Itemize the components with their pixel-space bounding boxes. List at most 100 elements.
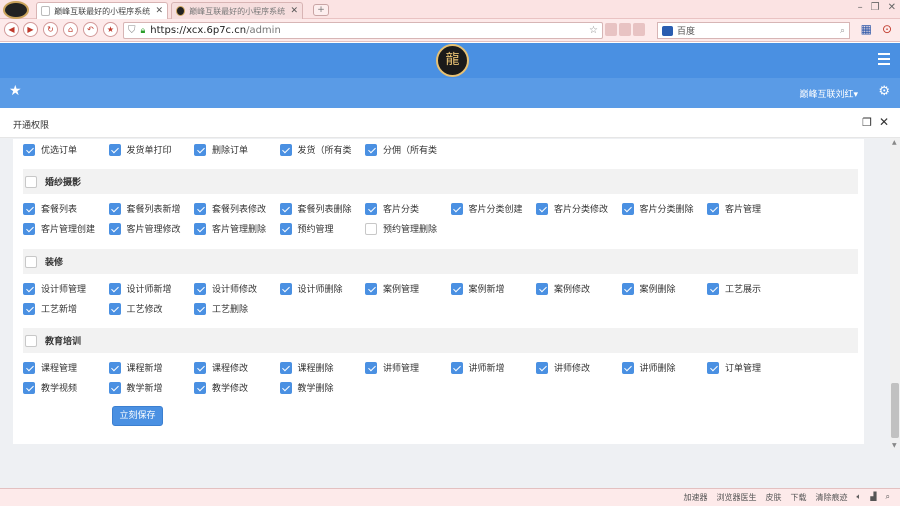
permission-checkbox[interactable]: 客片管理删除: [194, 222, 266, 235]
permission-checkbox[interactable]: 设计师修改: [194, 282, 257, 295]
permission-checkbox[interactable]: 工艺删除: [194, 302, 248, 315]
checkbox-checked-icon[interactable]: [108, 361, 121, 374]
accelerator-item[interactable]: 加速器: [684, 492, 708, 503]
checkbox-checked-icon[interactable]: [108, 143, 121, 156]
checkbox-checked-icon[interactable]: [194, 222, 206, 235]
maximize-icon[interactable]: ❐: [862, 116, 872, 129]
permission-checkbox[interactable]: 案例删除: [621, 282, 676, 295]
checkbox-checked-icon[interactable]: [23, 143, 35, 156]
star-icon[interactable]: ★: [9, 83, 22, 99]
checkbox-checked-icon[interactable]: [365, 282, 377, 295]
permission-checkbox[interactable]: 分佣（所有类: [365, 143, 437, 156]
scrollbar-thumb[interactable]: [891, 383, 899, 438]
checkbox-checked-icon[interactable]: [707, 282, 719, 295]
menu-icon[interactable]: ⊙: [882, 22, 892, 36]
close-icon[interactable]: ✕: [879, 115, 889, 129]
permission-checkbox[interactable]: 客片分类修改: [536, 202, 608, 215]
browser-logo-icon[interactable]: [3, 1, 29, 19]
permission-checkbox[interactable]: 案例新增: [450, 282, 505, 295]
search-input[interactable]: 百度 ⌕: [657, 22, 850, 39]
permission-checkbox[interactable]: 工艺展示: [707, 282, 761, 295]
checkbox-checked-icon[interactable]: [194, 302, 206, 315]
checkbox-checked-icon[interactable]: [279, 202, 292, 215]
checkbox-checked-icon[interactable]: [621, 202, 634, 215]
permission-checkbox[interactable]: 套餐列表修改: [194, 202, 266, 215]
permission-checkbox[interactable]: 订单管理: [707, 361, 761, 374]
download-item[interactable]: 下载: [791, 492, 807, 503]
checkbox-unchecked-icon[interactable]: [25, 255, 37, 268]
zoom-icon[interactable]: ⌕: [886, 492, 890, 503]
checkbox-checked-icon[interactable]: [536, 282, 548, 295]
checkbox-checked-icon[interactable]: [536, 361, 548, 374]
skin-item[interactable]: 皮肤: [766, 492, 782, 503]
permission-checkbox[interactable]: 教学删除: [279, 381, 334, 394]
checkbox-checked-icon[interactable]: [23, 202, 35, 215]
permission-checkbox[interactable]: 设计师管理: [23, 282, 86, 295]
permission-checkbox[interactable]: 发货（所有类: [279, 143, 352, 156]
browser-tab-2[interactable]: 巅峰互联最好的小程序系统 ✕: [171, 2, 303, 19]
checkbox-checked-icon[interactable]: [279, 222, 292, 235]
permission-checkbox[interactable]: 案例修改: [536, 282, 590, 295]
restore-icon[interactable]: ❐: [871, 2, 880, 13]
permission-checkbox[interactable]: 设计师删除: [279, 282, 343, 295]
new-tab-button[interactable]: +: [313, 4, 329, 16]
checkbox-checked-icon[interactable]: [23, 222, 35, 235]
checkbox-checked-icon[interactable]: [279, 282, 292, 295]
checkbox-checked-icon[interactable]: [365, 361, 377, 374]
bookmark-star-icon[interactable]: ☆: [589, 25, 598, 36]
dropdown-icon[interactable]: [605, 23, 617, 36]
scroll-down-icon[interactable]: ▼: [892, 442, 897, 449]
permission-checkbox[interactable]: 课程修改: [194, 361, 248, 374]
permission-checkbox[interactable]: 客片管理创建: [23, 222, 95, 235]
checkbox-checked-icon[interactable]: [108, 222, 121, 235]
permission-checkbox[interactable]: 套餐列表: [23, 202, 77, 215]
permission-checkbox[interactable]: 客片分类删除: [621, 202, 694, 215]
browser-tab-1[interactable]: 巅峰互联最好的小程序系统 ✕: [36, 2, 168, 19]
permission-checkbox[interactable]: 优选订单: [23, 143, 77, 156]
page-action-icon[interactable]: [619, 23, 631, 36]
checkbox-checked-icon[interactable]: [365, 143, 377, 156]
permission-checkbox[interactable]: 预约管理删除: [365, 222, 437, 235]
back-icon[interactable]: ◀: [4, 22, 19, 37]
checkbox-checked-icon[interactable]: [108, 202, 121, 215]
permission-checkbox[interactable]: 案例管理: [365, 282, 419, 295]
close-tab-icon[interactable]: ✕: [290, 6, 298, 16]
undo-icon[interactable]: ↶: [83, 22, 98, 37]
checkbox-checked-icon[interactable]: [108, 381, 121, 394]
checkbox-checked-icon[interactable]: [450, 361, 463, 374]
checkbox-checked-icon[interactable]: [194, 202, 206, 215]
gear-icon[interactable]: ⚙: [878, 84, 890, 99]
permission-checkbox[interactable]: 预约管理: [279, 222, 334, 235]
refresh-icon[interactable]: ↻: [43, 22, 58, 37]
checkbox-checked-icon[interactable]: [707, 361, 719, 374]
user-menu[interactable]: 巅峰互联刘红▾: [799, 87, 858, 100]
checkbox-checked-icon[interactable]: [536, 202, 548, 215]
permission-checkbox[interactable]: 课程管理: [23, 361, 77, 374]
checkbox-checked-icon[interactable]: [23, 302, 35, 315]
checkbox-checked-icon[interactable]: [194, 282, 206, 295]
section-header[interactable]: 婚纱摄影: [23, 169, 858, 194]
permission-checkbox[interactable]: 教学修改: [194, 381, 248, 394]
dragon-logo-icon[interactable]: 龍: [436, 44, 469, 77]
checkbox-checked-icon[interactable]: [23, 361, 35, 374]
checkbox-checked-icon[interactable]: [279, 361, 292, 374]
checkbox-unchecked-icon[interactable]: [365, 222, 377, 235]
checkbox-checked-icon[interactable]: [279, 381, 292, 394]
close-tab-icon[interactable]: ✕: [155, 6, 163, 16]
page-action-icon[interactable]: [633, 23, 645, 36]
volume-icon[interactable]: 🔈︎: [857, 492, 862, 503]
permission-checkbox[interactable]: 发货单打印: [108, 143, 172, 156]
permission-checkbox[interactable]: 客片分类: [365, 202, 419, 215]
checkbox-checked-icon[interactable]: [108, 282, 121, 295]
checkbox-checked-icon[interactable]: [621, 282, 634, 295]
close-window-icon[interactable]: ✕: [888, 2, 896, 13]
scroll-up-icon[interactable]: ▲: [892, 139, 897, 146]
save-button[interactable]: 立刻保存: [112, 406, 163, 426]
checkbox-checked-icon[interactable]: [194, 143, 206, 156]
checkbox-checked-icon[interactable]: [194, 381, 206, 394]
permission-checkbox[interactable]: 工艺修改: [108, 302, 163, 315]
checkbox-checked-icon[interactable]: [194, 361, 206, 374]
search-icon[interactable]: ⌕: [840, 26, 845, 36]
checkbox-checked-icon[interactable]: [23, 282, 35, 295]
forward-icon[interactable]: ▶: [23, 22, 38, 37]
